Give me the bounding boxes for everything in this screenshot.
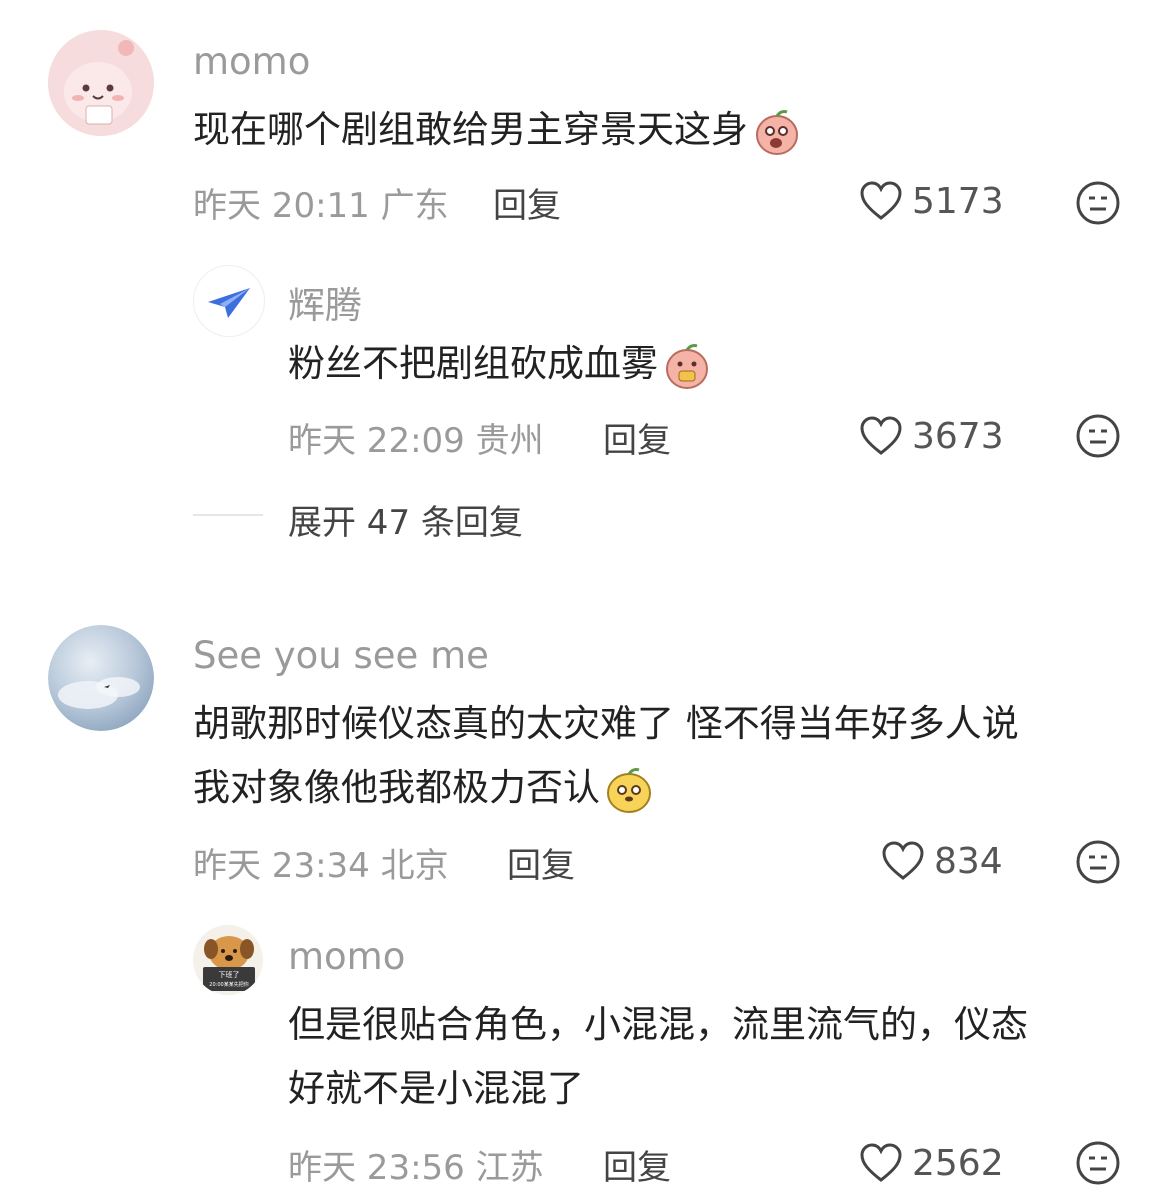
- comment-meta: 昨天 23:34 北京: [193, 846, 449, 886]
- like-count: 834: [934, 840, 1003, 882]
- peach-eating-emoji-icon: [666, 343, 708, 389]
- reply-text-line: 但是很贴合角色，小混混，流里流气的，仪态: [288, 1003, 1028, 1046]
- comment-text: 胡歌那时候仪态真的太灾难了 怪不得当年好多人说 我对象像他我都极力否认: [193, 692, 1019, 820]
- paper-plane-icon: [208, 288, 250, 318]
- reply-username[interactable]: momo: [288, 935, 405, 978]
- reply-button[interactable]: 回复: [493, 178, 561, 227]
- like-button[interactable]: 3673: [858, 415, 1004, 457]
- pink-creature-avatar-icon: [48, 30, 154, 136]
- sky-photo-avatar-icon: [48, 625, 154, 731]
- dog-laptop-avatar-icon: 下班了 20:00某某先把你: [203, 936, 255, 991]
- heart-icon: [860, 416, 902, 455]
- neutral-face-icon[interactable]: [1075, 413, 1121, 459]
- comment-username[interactable]: momo: [193, 40, 310, 83]
- reply-text-line: 好就不是小混混了: [288, 1067, 584, 1110]
- comment-username[interactable]: See you see me: [193, 634, 489, 677]
- reply-button[interactable]: 回复: [603, 413, 671, 462]
- comment-text-line: 现在哪个剧组敢给男主穿景天这身: [193, 108, 748, 151]
- like-count: 5173: [912, 180, 1004, 222]
- neutral-face-icon[interactable]: [1075, 1140, 1121, 1186]
- avatar[interactable]: [193, 265, 265, 337]
- reply-text: 粉丝不把剧组砍成血雾: [288, 332, 712, 396]
- like-count: 3673: [912, 415, 1004, 457]
- comment-meta: 昨天 20:11 广东: [193, 186, 449, 226]
- comment-text: 现在哪个剧组敢给男主穿景天这身: [193, 98, 802, 162]
- like-count: 2562: [912, 1142, 1004, 1184]
- expand-divider: [193, 514, 263, 516]
- avatar[interactable]: [48, 625, 154, 731]
- neutral-face-icon[interactable]: [1075, 180, 1121, 226]
- comment-text-line-2: 我对象像他我都极力否认: [193, 756, 1019, 820]
- avatar[interactable]: 下班了 20:00某某先把你: [193, 925, 263, 995]
- avatar-caption: 20:00某某先把你: [209, 981, 248, 988]
- avatar[interactable]: [48, 30, 154, 136]
- expand-replies-button[interactable]: 展开 47 条回复: [288, 495, 523, 544]
- reply-text-line: 粉丝不把剧组砍成血雾: [288, 342, 658, 385]
- avatar-caption: 下班了: [219, 970, 240, 979]
- reply-button[interactable]: 回复: [603, 1140, 671, 1189]
- comment-text-line: 胡歌那时候仪态真的太灾难了 怪不得当年好多人说: [193, 702, 1019, 745]
- like-button[interactable]: 2562: [858, 1142, 1004, 1184]
- heart-icon: [860, 1143, 902, 1182]
- like-button[interactable]: 834: [880, 840, 1003, 882]
- reply-meta: 昨天 22:09 贵州: [288, 421, 544, 461]
- neutral-face-icon[interactable]: [1075, 839, 1121, 885]
- peach-laugh-emoji-icon: [756, 109, 798, 155]
- reply-meta: 昨天 23:56 江苏: [288, 1148, 544, 1188]
- reply-username[interactable]: 辉腾: [288, 275, 362, 329]
- comment-text-line: 我对象像他我都极力否认: [193, 766, 600, 809]
- reply-button[interactable]: 回复: [507, 838, 575, 887]
- heart-icon: [882, 841, 924, 880]
- like-button[interactable]: 5173: [858, 180, 1004, 222]
- yellow-dog-emoji-icon: [607, 767, 651, 813]
- reply-text: 但是很贴合角色，小混混，流里流气的，仪态 好就不是小混混了: [288, 993, 1028, 1121]
- heart-icon: [860, 181, 902, 220]
